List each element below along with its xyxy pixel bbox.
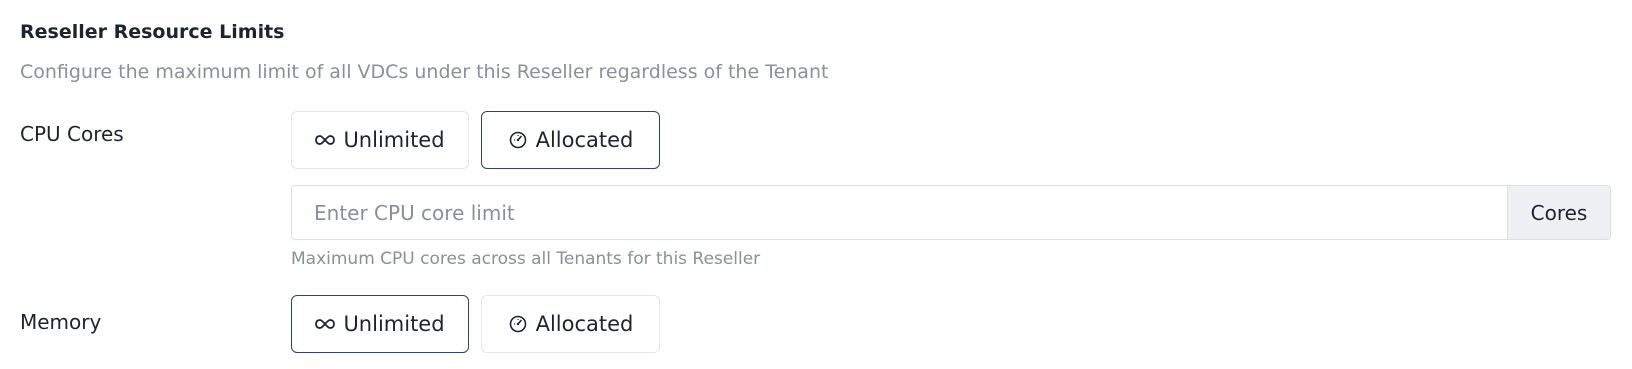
section-description: Configure the maximum limit of all VDCs … — [20, 61, 829, 83]
memory-unlimited-button[interactable]: Unlimited — [291, 295, 469, 353]
cpu-cores-label: CPU Cores — [20, 122, 124, 146]
cpu-core-limit-group: Cores — [291, 185, 1611, 240]
memory-allocated-button[interactable]: Allocated — [481, 295, 660, 353]
cpu-core-limit-input[interactable] — [292, 186, 1507, 239]
gauge-icon — [508, 314, 528, 334]
cpu-unlimited-button[interactable]: Unlimited — [291, 111, 469, 169]
memory-allocated-label: Allocated — [535, 312, 634, 336]
cores-unit-suffix: Cores — [1507, 186, 1610, 239]
infinity-icon — [315, 130, 336, 150]
cpu-allocated-button[interactable]: Allocated — [481, 111, 660, 169]
cpu-unlimited-label: Unlimited — [343, 128, 445, 152]
memory-toggle-group: Unlimited Allocated — [291, 295, 660, 353]
memory-label: Memory — [20, 310, 102, 334]
cpu-cores-help-text: Maximum CPU cores across all Tenants for… — [291, 249, 761, 269]
infinity-icon — [315, 314, 336, 334]
section-title: Reseller Resource Limits — [20, 21, 285, 43]
memory-unlimited-label: Unlimited — [343, 312, 445, 336]
cpu-allocated-label: Allocated — [535, 128, 634, 152]
gauge-icon — [508, 130, 528, 150]
cpu-cores-toggle-group: Unlimited Allocated — [291, 111, 660, 169]
